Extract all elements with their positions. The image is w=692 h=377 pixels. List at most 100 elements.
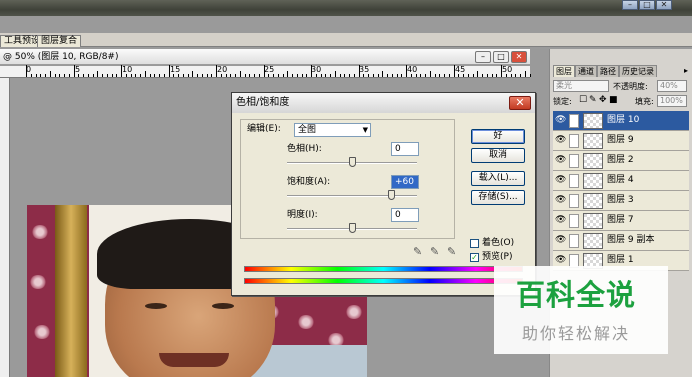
layer-row[interactable]: 👁 图层 9 副本: [553, 231, 689, 251]
layer-name: 图层 1: [607, 255, 634, 265]
edit-select-value: 全图: [298, 125, 317, 135]
hue-saturation-dialog: 色相/饱和度 ✕ 编辑(E): 全图 ▼ 色相(H): 0 饱和度(A): +6…: [231, 92, 536, 296]
layer-name: 图层 10: [607, 115, 640, 125]
visibility-eye-icon[interactable]: 👁: [555, 115, 566, 125]
saturation-slider-track[interactable]: [287, 190, 417, 200]
opacity-input[interactable]: 40%: [657, 80, 687, 92]
dialog-title[interactable]: 色相/饱和度: [232, 93, 535, 113]
ruler-label: 35: [359, 65, 370, 74]
visibility-eye-icon[interactable]: 👁: [555, 195, 566, 205]
colorize-checkbox[interactable]: [470, 239, 479, 248]
layer-row[interactable]: 👁 图层 10: [553, 111, 689, 131]
doc-maximize-button[interactable]: □: [493, 51, 509, 63]
blend-mode-select[interactable]: 柔光: [553, 80, 609, 92]
layer-row[interactable]: 👁 图层 2: [553, 151, 689, 171]
ok-button[interactable]: 好: [471, 129, 525, 144]
app-maximize-button[interactable]: □: [639, 0, 655, 10]
tab-paths[interactable]: 路径: [597, 65, 619, 77]
layer-name: 图层 9 副本: [607, 235, 655, 245]
visibility-eye-icon[interactable]: 👁: [555, 255, 566, 265]
eyedropper-icon[interactable]: ✎: [413, 245, 422, 258]
hue-slider-thumb[interactable]: [348, 157, 356, 167]
document-window-buttons: – □ ✕: [475, 51, 527, 63]
colorize-label: 着色(O): [482, 238, 515, 248]
layer-link-icon[interactable]: [569, 134, 579, 148]
visibility-eye-icon[interactable]: 👁: [555, 155, 566, 165]
dialog-close-button[interactable]: ✕: [509, 96, 531, 110]
tab-channels[interactable]: 通道: [575, 65, 597, 77]
ruler-label: 15: [170, 65, 181, 74]
layer-name: 图层 2: [607, 155, 634, 165]
app-minimize-button[interactable]: –: [622, 0, 638, 10]
document-title[interactable]: @ 50% (图层 10, RGB/8#): [0, 49, 530, 65]
blend-row: 柔光 不透明度: 40%: [553, 80, 691, 93]
lock-all-icon[interactable]: ■: [609, 95, 618, 106]
visibility-eye-icon[interactable]: 👁: [555, 135, 566, 145]
layer-thumbnail: [583, 153, 603, 169]
eyedropper-minus-icon[interactable]: ✎: [447, 245, 456, 258]
watermark: 百科全说 助你轻松解决: [494, 266, 668, 354]
layer-link-icon[interactable]: [569, 214, 579, 228]
hue-slider-track[interactable]: [287, 157, 417, 167]
lock-position-icon[interactable]: ✥: [599, 95, 607, 106]
app-close-button[interactable]: ✕: [656, 0, 672, 10]
photo-eye: [212, 303, 234, 309]
layer-link-icon[interactable]: [569, 114, 579, 128]
layer-thumbnail: [583, 113, 603, 129]
lightness-slider-track[interactable]: [287, 223, 417, 233]
save-button[interactable]: 存储(S)...: [471, 190, 525, 205]
horizontal-ruler: 0 5 10 15 20 25 30 35 40 45 50: [0, 65, 531, 78]
layer-thumbnail: [583, 193, 603, 209]
ruler-label: 30: [311, 65, 322, 74]
layer-link-icon[interactable]: [569, 154, 579, 168]
adjustment-group: 编辑(E): 全图 ▼ 色相(H): 0 饱和度(A): +60 明度(I): …: [240, 119, 455, 239]
doc-close-button[interactable]: ✕: [511, 51, 527, 63]
visibility-eye-icon[interactable]: 👁: [555, 175, 566, 185]
layer-row[interactable]: 👁 图层 9: [553, 131, 689, 151]
cancel-button[interactable]: 取消: [471, 148, 525, 163]
photo-mouth: [159, 353, 229, 367]
layer-name: 图层 7: [607, 215, 634, 225]
opacity-label: 不透明度:: [613, 82, 648, 91]
visibility-eye-icon[interactable]: 👁: [555, 235, 566, 245]
layer-link-icon[interactable]: [569, 234, 579, 248]
lightness-input[interactable]: 0: [391, 208, 419, 222]
hue-input[interactable]: 0: [391, 142, 419, 156]
app-window-controls: – □ ✕: [622, 0, 672, 10]
layer-row[interactable]: 👁 图层 3: [553, 191, 689, 211]
fill-input[interactable]: 100%: [657, 95, 687, 107]
app-top-strip: – □ ✕: [0, 0, 692, 16]
chevron-down-icon: ▼: [362, 126, 368, 134]
color-spectrum-top: [244, 266, 523, 272]
lightness-label: 明度(I):: [287, 210, 318, 220]
layer-link-icon[interactable]: [569, 174, 579, 188]
layer-row[interactable]: 👁 图层 7: [553, 211, 689, 231]
layer-link-icon[interactable]: [569, 194, 579, 208]
lock-paint-icon[interactable]: ✎: [589, 95, 597, 106]
vertical-ruler: [0, 78, 10, 377]
ruler-label: 20: [217, 65, 228, 74]
load-button[interactable]: 载入(L)...: [471, 171, 525, 186]
ruler-label: 25: [264, 65, 275, 74]
saturation-input[interactable]: +60: [391, 175, 419, 189]
eyedropper-plus-icon[interactable]: ✎: [430, 245, 439, 258]
visibility-eye-icon[interactable]: 👁: [555, 215, 566, 225]
tab-layer-comps[interactable]: 图层复合: [37, 35, 82, 47]
layer-name: 图层 3: [607, 195, 634, 205]
palette-well: 工具预设 图层复合: [0, 33, 692, 47]
lightness-slider-thumb[interactable]: [348, 223, 356, 233]
tab-history[interactable]: 历史记录: [619, 65, 657, 77]
panel-menu-icon[interactable]: ▸: [684, 66, 688, 75]
tab-layers[interactable]: 图层: [553, 65, 575, 77]
edit-select[interactable]: 全图 ▼: [294, 123, 371, 137]
doc-minimize-button[interactable]: –: [475, 51, 491, 63]
saturation-slider-thumb[interactable]: [387, 190, 395, 200]
layer-thumbnail: [583, 213, 603, 229]
layer-name: 图层 4: [607, 175, 634, 185]
ruler-label: 45: [455, 65, 466, 74]
preview-checkbox[interactable]: ✓: [470, 253, 479, 262]
fill-label: 填充:: [635, 97, 654, 106]
lock-transparency-icon[interactable]: ☐: [579, 95, 587, 106]
layer-row[interactable]: 👁 图层 4: [553, 171, 689, 191]
layer-thumbnail: [583, 173, 603, 189]
